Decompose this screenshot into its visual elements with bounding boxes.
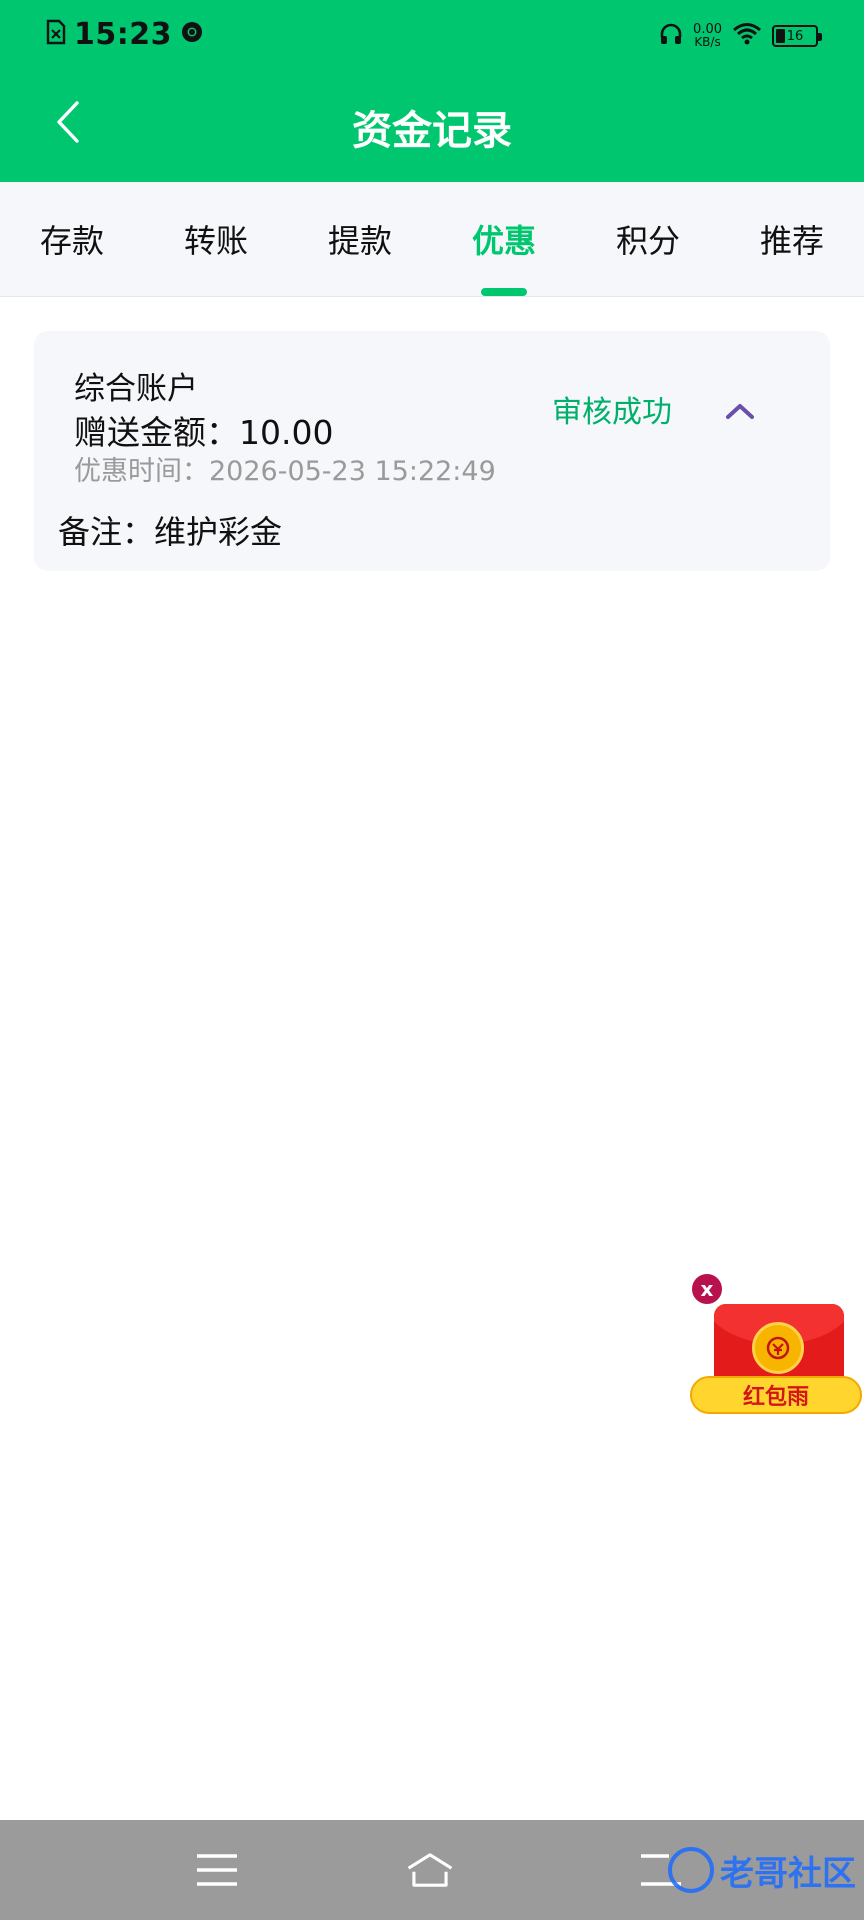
coin-icon [752, 1322, 804, 1374]
browser-icon [180, 20, 204, 48]
remark-value: 维护彩金 [154, 513, 283, 551]
red-packet-widget: x 红包雨 [690, 1272, 864, 1418]
watermark-text: 老哥社区 [720, 1853, 856, 1894]
red-packet-rain-button[interactable]: 红包雨 [690, 1376, 862, 1414]
net-speed: 0.00 KB/s [693, 23, 722, 49]
battery-level: 16 [786, 28, 804, 44]
tab-points[interactable]: 积分 [576, 182, 720, 296]
menu-icon [197, 1854, 237, 1886]
home-icon [407, 1853, 453, 1887]
remark-label: 备注： [58, 513, 155, 551]
remark-line: 备注：维护彩金 [58, 507, 282, 553]
amount-value: 10.00 [239, 413, 334, 452]
tab-withdraw[interactable]: 提款 [288, 182, 432, 296]
app-header: 15:23 0.00 KB/s 16 资金记录 [0, 0, 864, 182]
tab-label: 提款 [327, 222, 392, 260]
tab-label: 转账 [183, 222, 248, 260]
close-red-packet-button[interactable]: x [690, 1272, 724, 1306]
tab-deposit[interactable]: 存款 [0, 182, 144, 296]
account-name: 综合账户 [74, 371, 198, 407]
tab-promotion[interactable]: 优惠 [432, 182, 576, 296]
title-bar: 资金记录 [0, 70, 864, 182]
tab-transfer[interactable]: 转账 [144, 182, 288, 296]
record-tabs: 存款 转账 提款 优惠 积分 推荐 [0, 182, 864, 297]
tab-label: 推荐 [759, 222, 824, 260]
tab-referral[interactable]: 推荐 [720, 182, 864, 296]
sim-error-icon [46, 19, 66, 49]
watermark: 老哥社区 [668, 1840, 858, 1900]
time-line: 优惠时间：2026-05-23 15:22:49 [74, 449, 496, 488]
tab-label: 优惠 [471, 222, 536, 260]
collapse-button[interactable] [718, 389, 762, 433]
headphones-icon [659, 22, 683, 50]
nav-menu-button[interactable] [192, 1845, 242, 1895]
status-badge: 审核成功 [552, 395, 672, 430]
time-value: 2026-05-23 15:22:49 [209, 456, 496, 487]
nav-home-button[interactable] [405, 1845, 455, 1895]
page-title: 资金记录 [352, 108, 512, 154]
status-time: 15:23 [74, 16, 172, 52]
amount-line: 赠送金额：10.00 [74, 406, 333, 454]
status-bar: 15:23 0.00 KB/s 16 [0, 0, 864, 70]
watermark-logo-icon [668, 1847, 714, 1893]
tab-label: 存款 [39, 222, 104, 260]
wifi-icon [732, 22, 762, 50]
chevron-up-icon [726, 404, 754, 419]
time-label: 优惠时间： [74, 456, 209, 487]
net-speed-unit: KB/s [694, 35, 721, 49]
record-card[interactable]: 综合账户 赠送金额：10.00 优惠时间：2026-05-23 15:22:49… [34, 331, 830, 571]
battery-icon: 16 [772, 25, 822, 47]
active-tab-indicator [481, 288, 527, 296]
tab-label: 积分 [615, 222, 680, 260]
amount-label: 赠送金额： [74, 413, 239, 452]
